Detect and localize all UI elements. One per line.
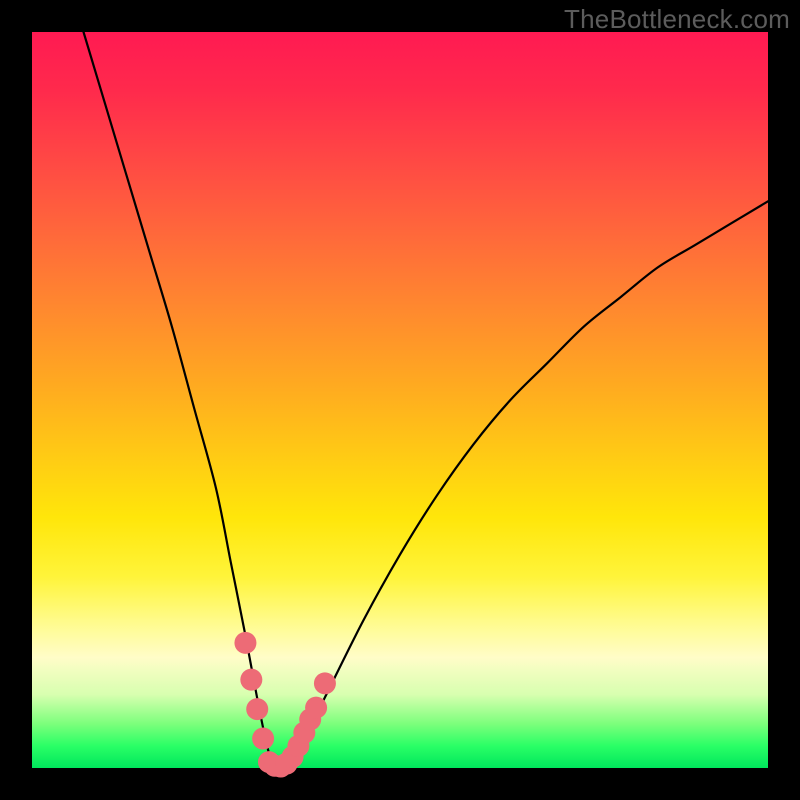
marker-group-left-point [234,632,256,654]
watermark-text: TheBottleneck.com [564,4,790,35]
marker-group-right-point [305,697,327,719]
marker-group-left-point [252,728,274,750]
chart-frame: TheBottleneck.com [0,0,800,800]
marker-group-right-point [314,672,336,694]
plot-svg [32,32,768,768]
marker-group-left-point [240,669,262,691]
bottleneck-curve [84,32,768,768]
plot-area [32,32,768,768]
marker-group-left-point [246,698,268,720]
